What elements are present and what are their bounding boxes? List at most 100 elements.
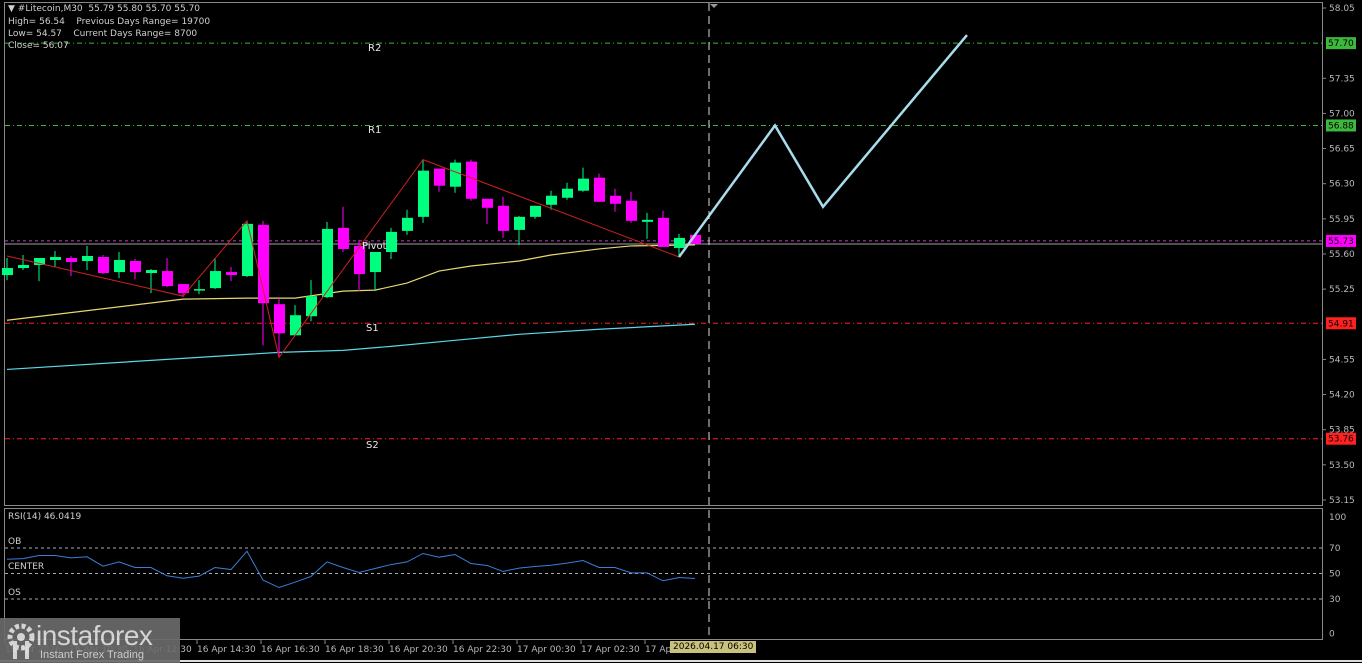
- y-tick-label: 54.20: [1329, 391, 1355, 401]
- candle: [306, 280, 317, 322]
- slow-moving-average: [6, 323, 696, 371]
- y-tick-label: 57.00: [1329, 109, 1355, 119]
- candle: [82, 245, 93, 271]
- candle: [498, 196, 509, 238]
- candle-body: [338, 227, 349, 249]
- candle-body: [290, 315, 301, 336]
- candle-body: [370, 251, 381, 273]
- candle: [674, 233, 685, 257]
- candle-body: [50, 256, 61, 261]
- y-tick-label: 57.35: [1329, 74, 1355, 84]
- candle-body: [626, 200, 637, 221]
- candle: [562, 182, 573, 200]
- candle: [386, 227, 397, 259]
- candle-body: [194, 289, 205, 291]
- candle-body: [674, 237, 685, 248]
- candle: [434, 168, 445, 192]
- candle: [370, 251, 381, 292]
- candle: [194, 280, 205, 295]
- candle-body: [226, 272, 237, 276]
- candle: [130, 259, 141, 280]
- rsi-tick-label: 30: [1329, 595, 1341, 605]
- price-label: 56.88: [1328, 121, 1354, 131]
- pivot-label: Pivot: [362, 241, 387, 252]
- candle-body: [578, 178, 589, 191]
- candle: [226, 267, 237, 282]
- candle-body: [450, 162, 461, 187]
- candle-body: [210, 271, 221, 289]
- x-tick-label: 16 Apr 16:30: [261, 645, 320, 655]
- y-tick-label: 53.15: [1329, 496, 1355, 506]
- crosshair-time-label: 2026.04.17 06:30: [670, 641, 757, 653]
- r1-label: R1: [368, 125, 382, 136]
- candle-body: [594, 177, 605, 202]
- high-row: High= 56.54 Previous Days Range= 19700: [8, 17, 211, 27]
- candle: [642, 212, 653, 239]
- x-tick-label: 17 Apr 00:30: [517, 645, 576, 655]
- y-tick-label: 56.65: [1329, 145, 1355, 155]
- candle: [66, 255, 77, 277]
- r2-label: R2: [368, 43, 382, 54]
- candle: [594, 173, 605, 202]
- candle-body: [130, 261, 141, 273]
- price-label: 53.76: [1328, 435, 1354, 445]
- candle-body: [498, 205, 509, 231]
- candle: [162, 257, 173, 288]
- rsi-tick-label: 50: [1329, 570, 1341, 580]
- rsi-tick-label: 70: [1329, 544, 1341, 554]
- candle: [402, 209, 413, 235]
- candle-body: [434, 168, 445, 186]
- price-chart[interactable]: 58.05 57.35 57.00 56.65 56.30 55.95 55.60 55.25…: [0, 0, 1362, 663]
- candle: [2, 257, 13, 281]
- price-label: 57.70: [1328, 39, 1354, 49]
- collapse-triangle-icon[interactable]: ▼: [8, 4, 18, 14]
- rsi-line: [6, 550, 696, 589]
- x-tick-label: 17 Apr 02:30: [581, 645, 640, 655]
- symbol-info: ▼ #Litecoin,M30 55.79 55.80 55.70 55.70: [8, 4, 201, 14]
- rsi-tick-label: 0: [1329, 629, 1335, 639]
- candle-body: [18, 265, 29, 269]
- candle: [258, 220, 269, 346]
- candle-body: [658, 217, 669, 247]
- candle: [610, 188, 621, 212]
- candle: [578, 167, 589, 192]
- y-tick-label: 55.95: [1329, 215, 1355, 225]
- candle: [530, 205, 541, 219]
- candle-body: [514, 216, 525, 230]
- candle: [274, 298, 285, 358]
- y-tick-label: 58.05: [1329, 4, 1355, 14]
- fast-moving-average: [6, 244, 696, 321]
- candle-body: [610, 195, 621, 204]
- candle-body: [162, 271, 173, 287]
- x-tick-label: 16 Apr 22:30: [453, 645, 512, 655]
- y-tick-label: 55.60: [1329, 250, 1355, 260]
- candle: [290, 305, 301, 337]
- rsi-tick-label: 100: [1329, 513, 1346, 523]
- candle-body: [82, 255, 93, 262]
- candle-body: [546, 195, 557, 205]
- logo-tagline: Instant Forex Trading: [40, 649, 144, 661]
- candle: [34, 257, 45, 282]
- candle-body: [402, 217, 413, 231]
- candle: [18, 254, 29, 271]
- candle-body: [386, 231, 397, 252]
- x-tick-label: 16 Apr 14:30: [197, 645, 256, 655]
- y-tick-label: 54.55: [1329, 355, 1355, 365]
- candle-body: [642, 219, 653, 222]
- rsi-os-label: OS: [8, 588, 21, 598]
- candle: [658, 210, 669, 247]
- logo-name: instaforex: [36, 620, 153, 651]
- candle-body: [2, 268, 13, 276]
- instaforex-logo: instaforex Instant Forex Trading: [0, 618, 180, 663]
- price-panel-frame: [4, 2, 1323, 506]
- y-tick-label: 53.50: [1329, 461, 1355, 471]
- rsi-title: RSI(14) 46.0419: [8, 512, 82, 522]
- s2-label: S2: [366, 440, 379, 451]
- shift-marker-icon: [710, 4, 718, 8]
- x-tick-label: 16 Apr 20:30: [389, 645, 448, 655]
- candle: [482, 198, 493, 224]
- candle-body: [466, 161, 477, 199]
- candle-body: [146, 270, 157, 274]
- x-tick-label: 16 Apr 18:30: [325, 645, 384, 655]
- candle-body: [98, 256, 109, 274]
